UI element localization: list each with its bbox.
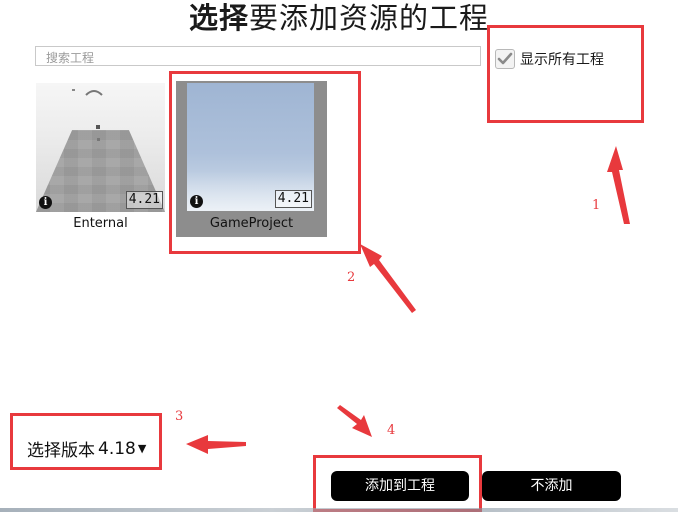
do-not-add-button[interactable]: 不添加 <box>482 471 621 501</box>
arrow-1 <box>607 146 630 224</box>
arrow-4 <box>337 405 372 437</box>
add-to-project-button[interactable]: 添加到工程 <box>331 471 469 501</box>
version-select-label: 选择版本 <box>27 441 95 461</box>
caret-down-icon: ▼ <box>137 442 147 455</box>
version-select-value: 4.18 <box>98 438 136 459</box>
engine-version-dropdown[interactable]: 选择版本 4.18 ▼ <box>27 436 147 462</box>
arrow-3 <box>186 435 246 454</box>
arrow-2 <box>360 244 416 313</box>
background-window-strip <box>0 508 678 512</box>
